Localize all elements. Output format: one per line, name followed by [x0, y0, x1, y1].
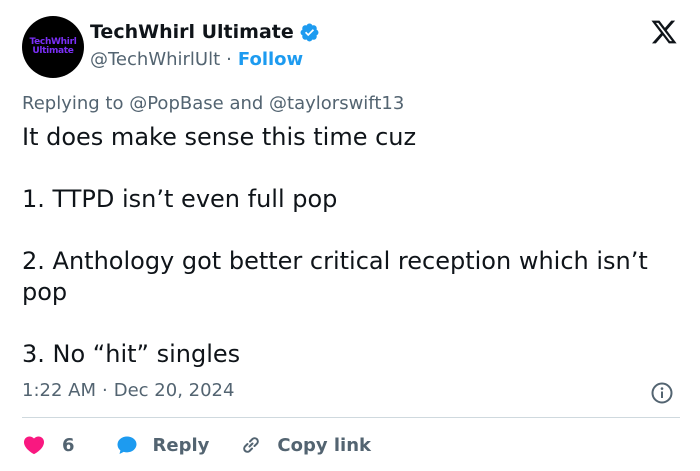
avatar-text-line2: Ultimate	[32, 46, 74, 56]
reply-button[interactable]: Reply	[115, 433, 210, 457]
replying-prefix: Replying to	[22, 93, 124, 114]
action-bar: 6 Reply Copy link	[22, 430, 371, 460]
link-icon	[243, 437, 260, 453]
tweet-timestamp[interactable]: 1:22 AM · Dec 20, 2024	[22, 380, 234, 401]
copy-link-button[interactable]: Copy link	[239, 433, 371, 457]
heart-icon	[23, 436, 45, 455]
replying-to: Replying to @PopBase and @taylorswift13	[22, 93, 404, 114]
display-name[interactable]: TechWhirl Ultimate	[90, 21, 294, 43]
verified-badge-icon	[300, 23, 319, 41]
mention-taylorswift[interactable]: @taylorswift13	[269, 93, 404, 114]
user-info: TechWhirl Ultimate @TechWhirlUlt · Follo…	[90, 19, 320, 70]
avatar[interactable]: TechWhirl Ultimate	[22, 16, 84, 78]
meta-separator: ·	[102, 380, 108, 401]
tweet-line: It does make sense this time cuz	[22, 123, 417, 151]
like-count: 6	[62, 434, 75, 456]
follow-button[interactable]: Follow	[238, 49, 303, 70]
handle[interactable]: @TechWhirlUlt	[90, 49, 220, 70]
name-row: TechWhirl Ultimate	[90, 19, 320, 45]
handle-separator: ·	[226, 49, 232, 70]
tweet-line: 2. Anthology got better critical recepti…	[22, 247, 648, 306]
mention-popbase[interactable]: @PopBase	[129, 93, 223, 114]
tweet-line: 1. TTPD isn’t even full pop	[22, 185, 338, 213]
copy-link-label: Copy link	[277, 434, 371, 456]
info-icon[interactable]	[650, 381, 674, 405]
divider	[22, 417, 680, 418]
like-button[interactable]: 6	[22, 433, 75, 457]
handle-row: @TechWhirlUlt · Follow	[90, 49, 320, 70]
tweet-text: It does make sense this time cuz 1. TTPD…	[22, 122, 672, 370]
x-logo-icon[interactable]	[650, 18, 678, 46]
reply-bubble-icon	[117, 436, 137, 454]
tweet-time: 1:22 AM	[22, 380, 96, 401]
tweet-header: TechWhirl Ultimate TechWhirl Ultimate @T…	[22, 16, 680, 78]
tweet-line: 3. No “hit” singles	[22, 340, 241, 368]
tweet-date: Dec 20, 2024	[113, 380, 235, 401]
replying-conjunction: and	[229, 93, 264, 114]
reply-label: Reply	[152, 434, 210, 456]
